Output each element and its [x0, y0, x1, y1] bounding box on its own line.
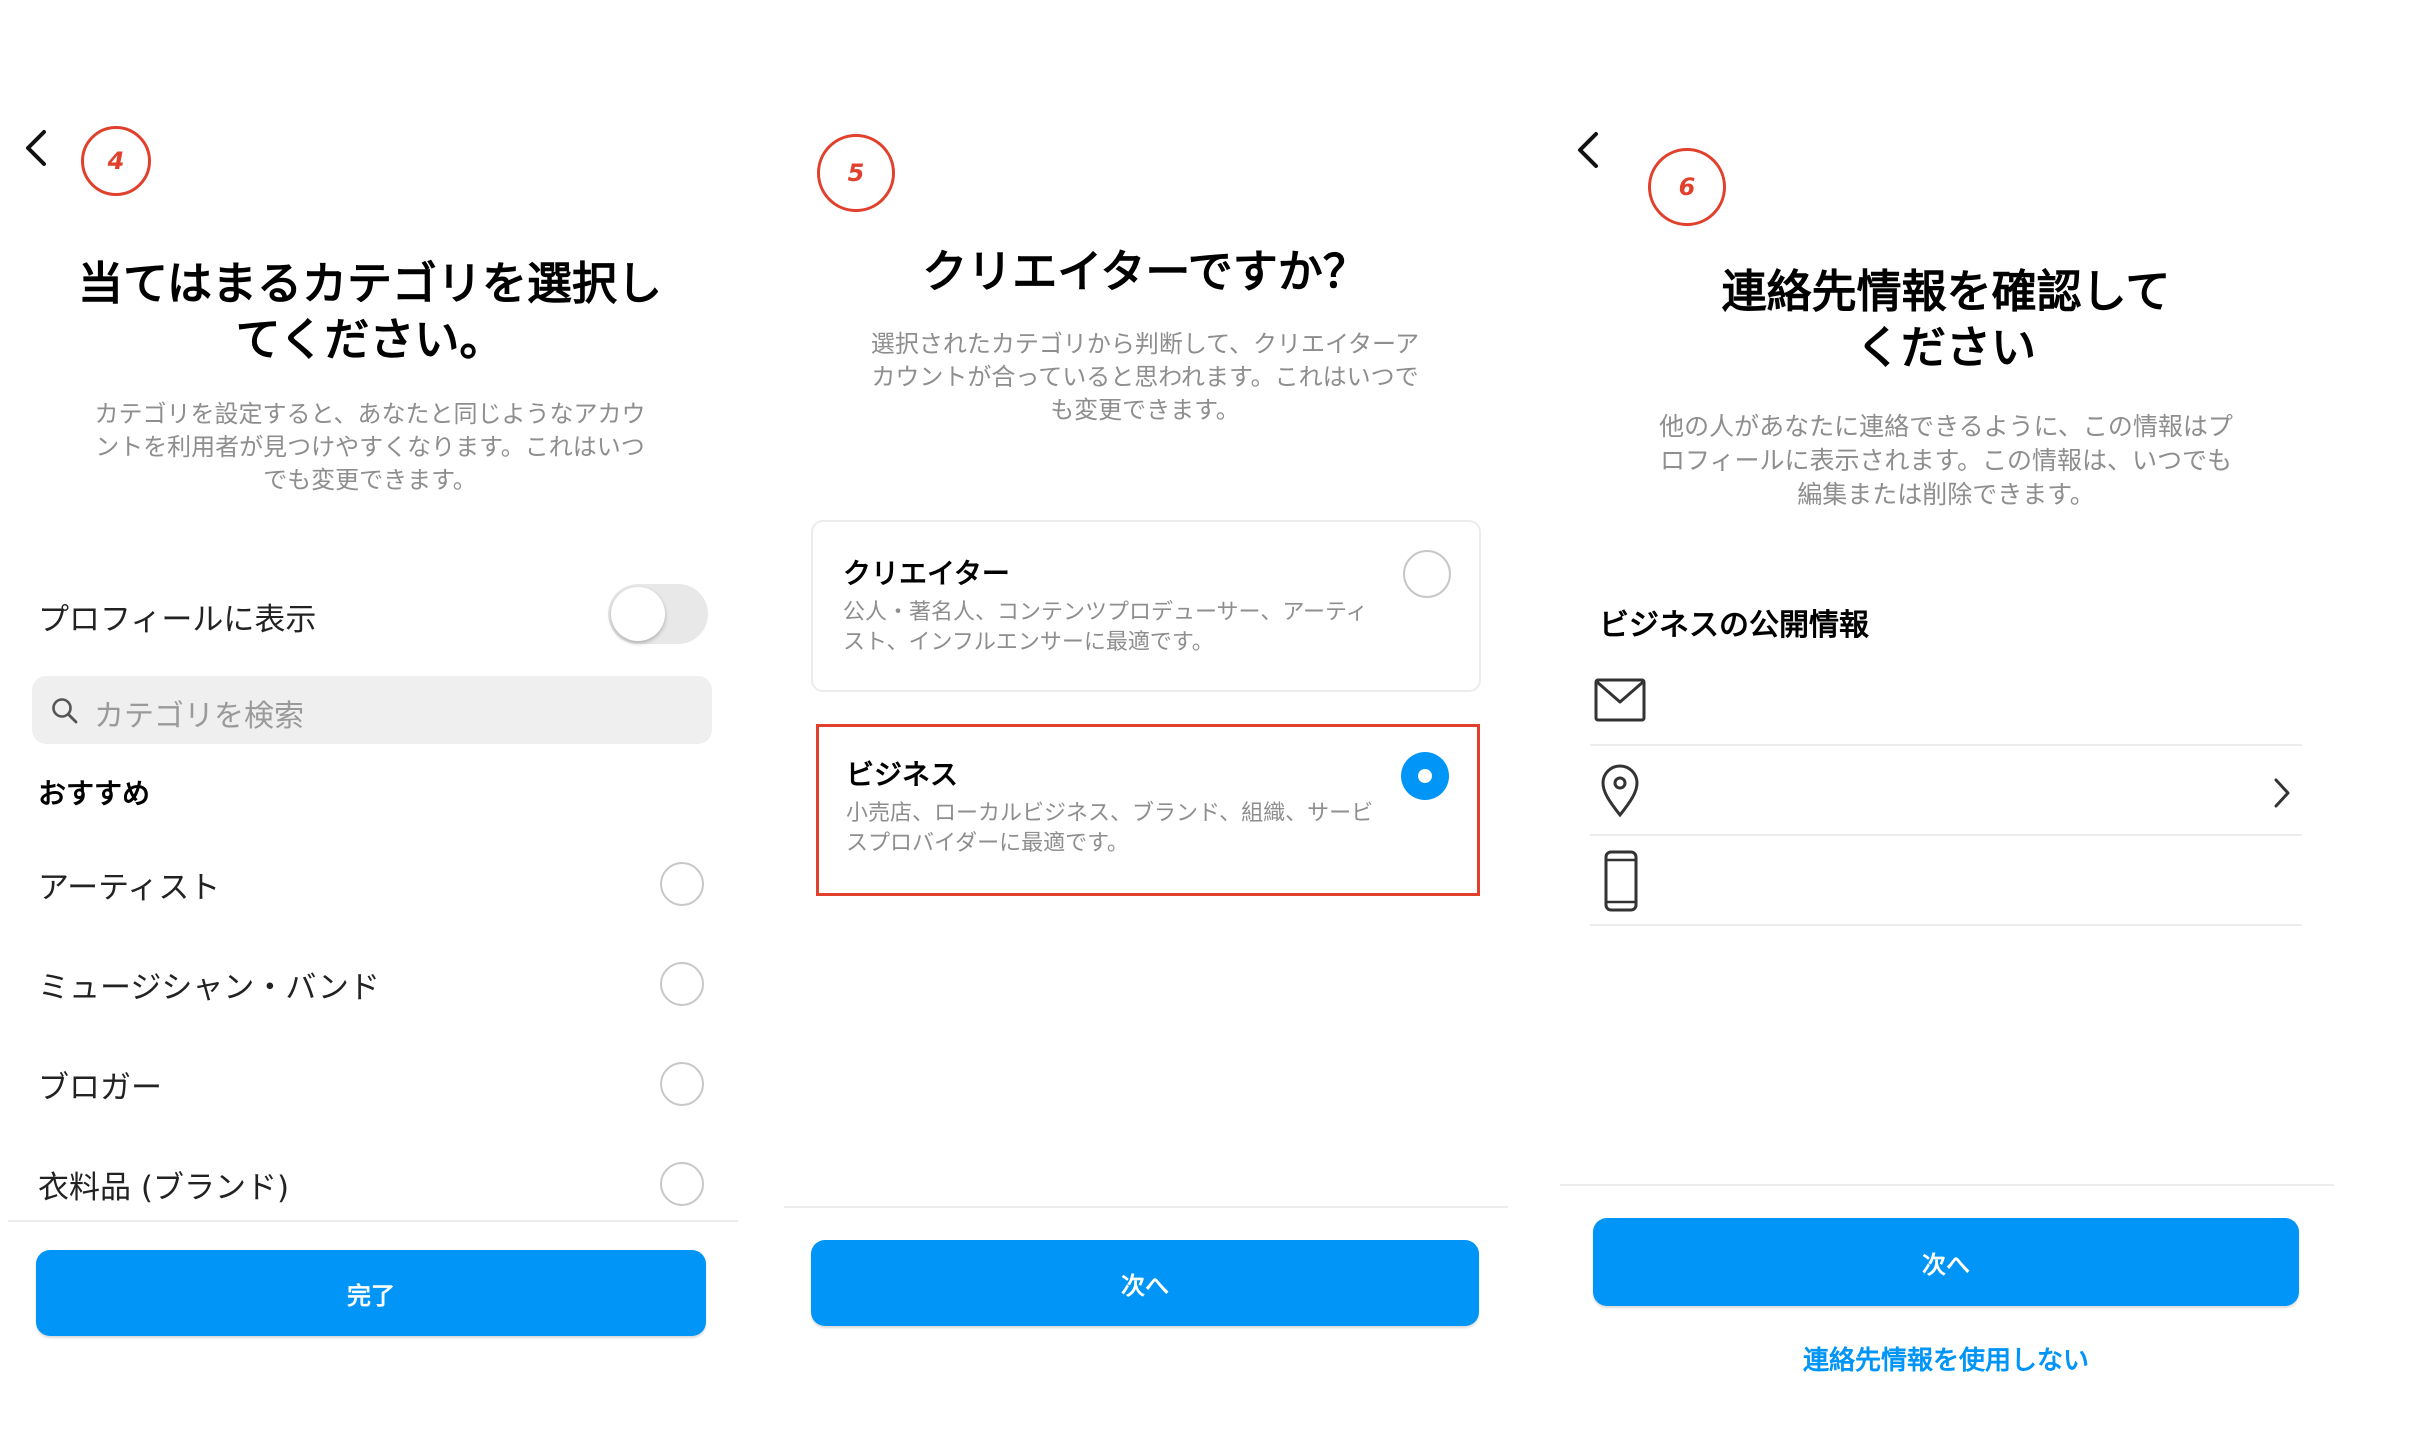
chevron-right-icon[interactable]	[2272, 776, 2292, 810]
account-type-option-creator[interactable]: クリエイター 公人・著名人、コンテンツプロデューサー、アーティ スト、インフルエ…	[811, 520, 1481, 692]
title-line-1: 連絡先情報を確認して	[1721, 265, 2171, 318]
divider	[784, 1206, 1508, 1208]
category-radio[interactable]	[660, 962, 704, 1006]
skip-contact-info-link[interactable]: 連絡先情報を使用しない	[1593, 1340, 2299, 1377]
next-button[interactable]: 次へ	[811, 1240, 1479, 1326]
option-description-line-1: 小売店、ローカルビジネス、ブランド、組織、サービ	[846, 801, 1374, 826]
contact-row-phone[interactable]	[1590, 842, 2302, 924]
page-description: 他の人があなたに連絡できるように、この情報はプ ロフィールに表示されます。この情…	[1596, 410, 2296, 512]
description-line-3: も変更できます。	[1050, 396, 1240, 424]
page-description: 選択されたカテゴリから判断して、クリエイターア カウントが合っていると思われます…	[810, 328, 1480, 427]
step-marker-6: 6	[1648, 148, 1726, 226]
search-icon	[52, 698, 78, 724]
page-title: 当てはまるカテゴリを選択し てください。	[40, 256, 700, 368]
search-placeholder: カテゴリを検索	[94, 699, 304, 734]
description-line-1: 他の人があなたに連絡できるように、この情報はプ	[1659, 412, 2233, 441]
divider	[1590, 924, 2302, 926]
category-item-label[interactable]: ミュージシャン・バンド	[38, 962, 380, 1007]
page-title: 連絡先情報を確認して ください	[1596, 264, 2296, 376]
location-pin-icon	[1601, 764, 1639, 818]
option-description: 公人・著名人、コンテンツプロデューサー、アーティ スト、インフルエンサーに最適で…	[843, 598, 1383, 658]
description-line-3: でも変更できます。	[263, 466, 477, 494]
description-line-2: ロフィールに表示されます。この情報は、いつでも	[1659, 446, 2232, 475]
category-item-label[interactable]: ブロガー	[38, 1062, 162, 1107]
category-radio[interactable]	[660, 862, 704, 906]
title-line-1: 当てはまるカテゴリを選択し	[77, 257, 663, 310]
option-description-line-1: 公人・著名人、コンテンツプロデューサー、アーティ	[843, 600, 1368, 625]
back-arrow-icon[interactable]	[16, 128, 56, 168]
description-line-2: ントを利用者が見つけやすくなります。これはいつ	[95, 433, 645, 461]
divider	[1590, 744, 2302, 746]
description-line-1: 選択されたカテゴリから判断して、クリエイターア	[870, 330, 1420, 358]
option-title: クリエイター	[843, 557, 1010, 590]
show-on-profile-toggle[interactable]	[608, 584, 708, 644]
description-line-1: カテゴリを設定すると、あなたと同じようなアカウ	[94, 400, 646, 428]
mail-icon	[1594, 678, 1646, 722]
page-title: クリエイターですか？	[922, 245, 1368, 298]
category-item-label[interactable]: アーティスト	[38, 862, 220, 907]
done-button[interactable]: 完了	[36, 1250, 706, 1336]
option-radio[interactable]	[1403, 550, 1451, 598]
description-line-2: カウントが合っていると思われます。これはいつで	[871, 363, 1419, 391]
business-public-info-label: ビジネスの公開情報	[1599, 608, 1869, 643]
option-radio-selected[interactable]	[1401, 752, 1449, 800]
option-description-line-2: スト、インフルエンサーに最適です。	[843, 630, 1214, 655]
contact-row-location[interactable]	[1590, 752, 2302, 834]
category-radio[interactable]	[660, 1162, 704, 1206]
phone-icon	[1604, 850, 1638, 912]
option-description: 小売店、ローカルビジネス、ブランド、組織、サービ スプロバイダーに最適です。	[846, 799, 1386, 859]
divider	[1590, 834, 2302, 836]
next-button[interactable]: 次へ	[1593, 1218, 2299, 1306]
description-line-3: 編集または削除できます。	[1797, 480, 2095, 509]
title-line-2: ください	[1855, 321, 2036, 374]
category-item-label[interactable]: 衣料品 (ブランド)	[38, 1162, 289, 1207]
show-on-profile-label: プロフィールに表示	[38, 602, 317, 638]
contact-row-email[interactable]	[1590, 662, 2302, 742]
step-marker-5: 5	[817, 134, 895, 212]
option-description-line-2: スプロバイダーに最適です。	[846, 831, 1129, 856]
recommended-section-label: おすすめ	[38, 777, 151, 810]
category-radio[interactable]	[660, 1062, 704, 1106]
title-line-2: てください。	[235, 313, 505, 366]
divider	[1560, 1184, 2334, 1186]
back-arrow-icon[interactable]	[1568, 130, 1608, 170]
divider	[8, 1220, 738, 1222]
category-search-field[interactable]: カテゴリを検索	[32, 676, 712, 744]
option-title: ビジネス	[846, 758, 959, 791]
step-marker-4: 4	[81, 126, 151, 196]
account-type-option-business[interactable]: ビジネス 小売店、ローカルビジネス、ブランド、組織、サービ スプロバイダーに最適…	[816, 724, 1480, 896]
page-description: カテゴリを設定すると、あなたと同じようなアカウ ントを利用者が見つけやすくなりま…	[40, 398, 700, 497]
toggle-knob	[611, 587, 665, 641]
